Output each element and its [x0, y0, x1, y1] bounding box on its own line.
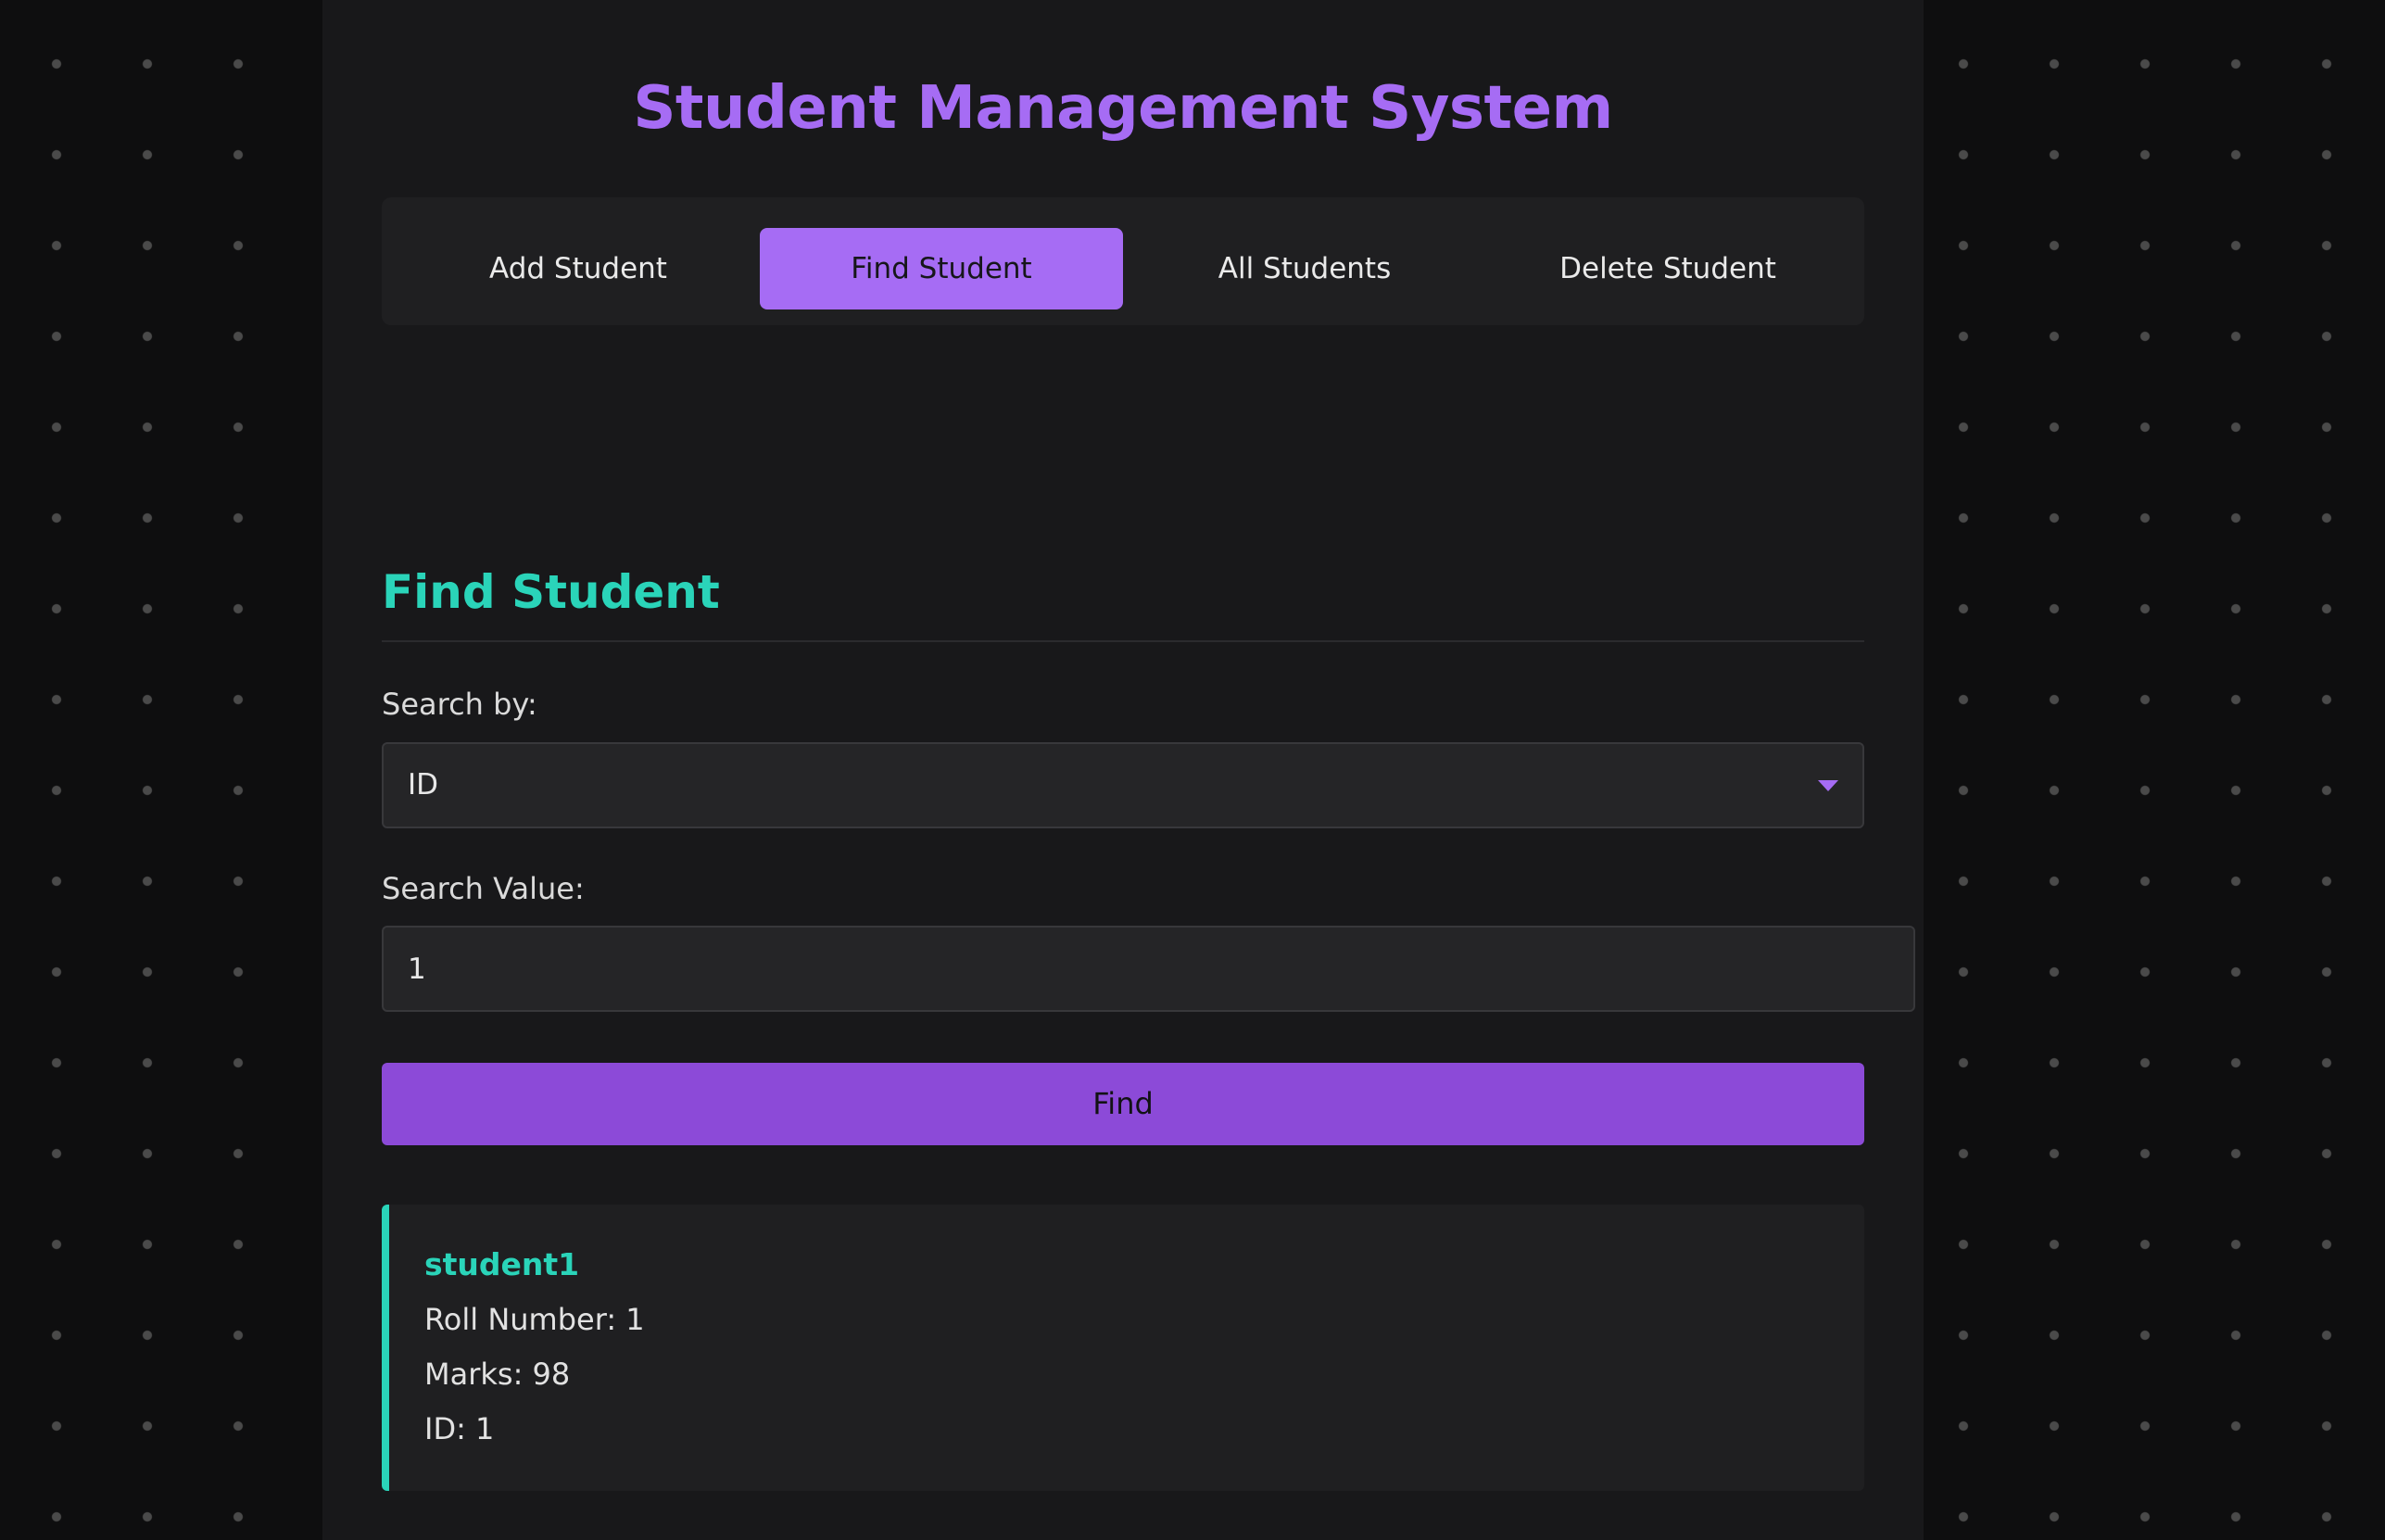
- search-by-selected-value: ID: [408, 768, 439, 802]
- search-value-label: Search Value:: [382, 871, 585, 906]
- result-student-name: student1: [424, 1246, 580, 1282]
- section-title: Find Student: [382, 565, 720, 619]
- caret-down-icon: [1818, 780, 1838, 791]
- main-container: Student Management System Add Student Fi…: [322, 0, 1924, 1540]
- result-id: ID: 1: [424, 1408, 494, 1449]
- marks-value: 98: [532, 1357, 571, 1392]
- tab-all-students[interactable]: All Students: [1123, 228, 1486, 309]
- result-marks: Marks: 98: [424, 1354, 570, 1395]
- tab-delete-student[interactable]: Delete Student: [1486, 228, 1849, 309]
- result-card: student1 Roll Number: 1 Marks: 98 ID: 1: [382, 1205, 1864, 1491]
- tab-add-student[interactable]: Add Student: [397, 228, 760, 309]
- search-by-label: Search by:: [382, 687, 537, 722]
- roll-number-label: Roll Number:: [424, 1302, 617, 1337]
- app-title: Student Management System: [633, 74, 1613, 143]
- result-roll-number: Roll Number: 1: [424, 1299, 645, 1340]
- search-by-select[interactable]: ID: [382, 742, 1864, 828]
- tab-find-student[interactable]: Find Student: [760, 228, 1123, 309]
- find-button[interactable]: Find: [382, 1063, 1864, 1145]
- search-value-input[interactable]: [382, 926, 1915, 1012]
- marks-label: Marks:: [424, 1357, 524, 1392]
- nav-tabs: Add Student Find Student All Students De…: [382, 197, 1864, 325]
- section-divider: [382, 640, 1864, 642]
- id-label: ID:: [424, 1411, 466, 1446]
- id-value: 1: [475, 1411, 495, 1446]
- roll-number-value: 1: [625, 1302, 645, 1337]
